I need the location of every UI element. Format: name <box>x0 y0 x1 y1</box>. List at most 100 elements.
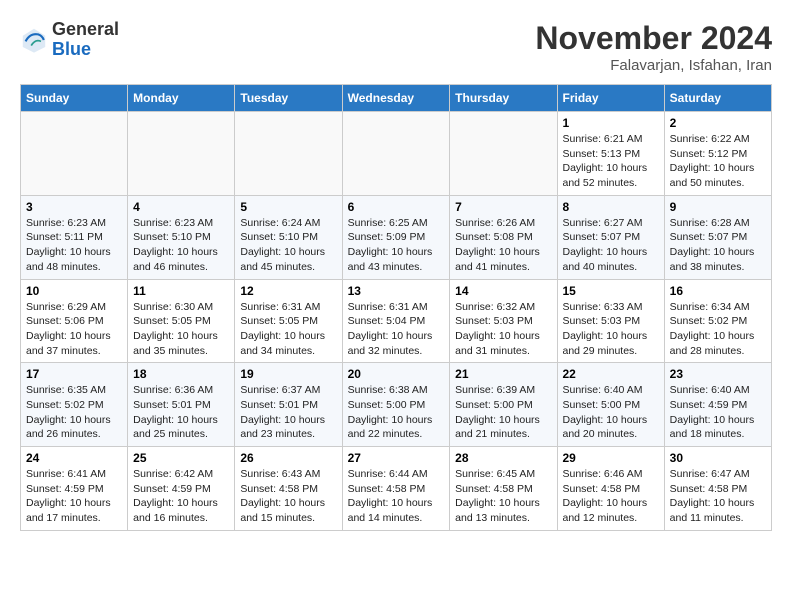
day-info: Sunrise: 6:40 AM Sunset: 4:59 PM Dayligh… <box>670 383 766 442</box>
calendar-header-row: SundayMondayTuesdayWednesdayThursdayFrid… <box>21 85 772 112</box>
weekday-header-cell: Friday <box>557 85 664 112</box>
calendar-cell: 16 Sunrise: 6:34 AM Sunset: 5:02 PM Dayli… <box>664 279 771 363</box>
day-number: 26 <box>240 451 336 465</box>
calendar-cell: 4 Sunrise: 6:23 AM Sunset: 5:10 PM Daylig… <box>128 195 235 279</box>
logo-icon <box>20 26 48 54</box>
day-info: Sunrise: 6:43 AM Sunset: 4:58 PM Dayligh… <box>240 467 336 526</box>
day-info: Sunrise: 6:35 AM Sunset: 5:02 PM Dayligh… <box>26 383 122 442</box>
calendar-cell <box>235 112 342 196</box>
calendar-cell <box>128 112 235 196</box>
day-info: Sunrise: 6:47 AM Sunset: 4:58 PM Dayligh… <box>670 467 766 526</box>
calendar-cell: 30 Sunrise: 6:47 AM Sunset: 4:58 PM Dayli… <box>664 447 771 531</box>
calendar-cell: 9Sunrise: 6:28 AM Sunset: 5:07 PM Daylig… <box>664 195 771 279</box>
day-info: Sunrise: 6:23 AM Sunset: 5:11 PM Dayligh… <box>26 216 122 275</box>
day-info: Sunrise: 6:36 AM Sunset: 5:01 PM Dayligh… <box>133 383 229 442</box>
day-info: Sunrise: 6:34 AM Sunset: 5:02 PM Dayligh… <box>670 300 766 359</box>
day-number: 1 <box>563 116 659 130</box>
calendar-cell: 28 Sunrise: 6:45 AM Sunset: 4:58 PM Dayli… <box>450 447 557 531</box>
calendar-cell: 1 Sunrise: 6:21 AM Sunset: 5:13 PM Daylig… <box>557 112 664 196</box>
day-info: Sunrise: 6:46 AM Sunset: 4:58 PM Dayligh… <box>563 467 659 526</box>
calendar-cell: 11Sunrise: 6:30 AM Sunset: 5:05 PM Dayli… <box>128 279 235 363</box>
day-info: Sunrise: 6:42 AM Sunset: 4:59 PM Dayligh… <box>133 467 229 526</box>
day-info: Sunrise: 6:31 AM Sunset: 5:04 PM Dayligh… <box>348 300 445 359</box>
month-title: November 2024 <box>535 20 772 57</box>
calendar-cell: 19 Sunrise: 6:37 AM Sunset: 5:01 PM Dayli… <box>235 363 342 447</box>
day-info: Sunrise: 6:30 AM Sunset: 5:05 PM Dayligh… <box>133 300 229 359</box>
day-info: Sunrise: 6:26 AM Sunset: 5:08 PM Dayligh… <box>455 216 551 275</box>
day-number: 6 <box>348 200 445 214</box>
calendar-week-row: 3 Sunrise: 6:23 AM Sunset: 5:11 PM Daylig… <box>21 195 772 279</box>
calendar-cell: 10Sunrise: 6:29 AM Sunset: 5:06 PM Dayli… <box>21 279 128 363</box>
day-number: 29 <box>563 451 659 465</box>
day-number: 4 <box>133 200 229 214</box>
calendar-cell: 25 Sunrise: 6:42 AM Sunset: 4:59 PM Dayli… <box>128 447 235 531</box>
weekday-header-cell: Tuesday <box>235 85 342 112</box>
day-number: 9 <box>670 200 766 214</box>
day-info: Sunrise: 6:38 AM Sunset: 5:00 PM Dayligh… <box>348 383 445 442</box>
calendar-cell: 17 Sunrise: 6:35 AM Sunset: 5:02 PM Dayli… <box>21 363 128 447</box>
day-number: 20 <box>348 367 445 381</box>
day-number: 17 <box>26 367 122 381</box>
calendar-cell: 6 Sunrise: 6:25 AM Sunset: 5:09 PM Daylig… <box>342 195 450 279</box>
weekday-header-cell: Monday <box>128 85 235 112</box>
day-number: 24 <box>26 451 122 465</box>
day-info: Sunrise: 6:37 AM Sunset: 5:01 PM Dayligh… <box>240 383 336 442</box>
calendar-cell: 8Sunrise: 6:27 AM Sunset: 5:07 PM Daylig… <box>557 195 664 279</box>
day-number: 27 <box>348 451 445 465</box>
calendar-cell: 22 Sunrise: 6:40 AM Sunset: 5:00 PM Dayli… <box>557 363 664 447</box>
day-number: 23 <box>670 367 766 381</box>
calendar-body: 1 Sunrise: 6:21 AM Sunset: 5:13 PM Daylig… <box>21 112 772 531</box>
day-info: Sunrise: 6:31 AM Sunset: 5:05 PM Dayligh… <box>240 300 336 359</box>
day-number: 28 <box>455 451 551 465</box>
page-header: General Blue November 2024 Falavarjan, I… <box>20 20 772 74</box>
day-number: 13 <box>348 284 445 298</box>
day-number: 30 <box>670 451 766 465</box>
calendar-cell: 24 Sunrise: 6:41 AM Sunset: 4:59 PM Dayli… <box>21 447 128 531</box>
day-info: Sunrise: 6:39 AM Sunset: 5:00 PM Dayligh… <box>455 383 551 442</box>
calendar-cell: 27 Sunrise: 6:44 AM Sunset: 4:58 PM Dayli… <box>342 447 450 531</box>
day-number: 16 <box>670 284 766 298</box>
calendar-cell: 23 Sunrise: 6:40 AM Sunset: 4:59 PM Dayli… <box>664 363 771 447</box>
day-number: 3 <box>26 200 122 214</box>
calendar-cell: 20 Sunrise: 6:38 AM Sunset: 5:00 PM Dayli… <box>342 363 450 447</box>
calendar-cell <box>450 112 557 196</box>
day-number: 15 <box>563 284 659 298</box>
weekday-header-cell: Wednesday <box>342 85 450 112</box>
day-number: 14 <box>455 284 551 298</box>
weekday-header-cell: Saturday <box>664 85 771 112</box>
weekday-header-cell: Thursday <box>450 85 557 112</box>
calendar-cell <box>342 112 450 196</box>
day-info: Sunrise: 6:45 AM Sunset: 4:58 PM Dayligh… <box>455 467 551 526</box>
calendar-cell: 21Sunrise: 6:39 AM Sunset: 5:00 PM Dayli… <box>450 363 557 447</box>
day-info: Sunrise: 6:44 AM Sunset: 4:58 PM Dayligh… <box>348 467 445 526</box>
calendar-cell: 3 Sunrise: 6:23 AM Sunset: 5:11 PM Daylig… <box>21 195 128 279</box>
day-number: 25 <box>133 451 229 465</box>
day-number: 19 <box>240 367 336 381</box>
day-info: Sunrise: 6:27 AM Sunset: 5:07 PM Dayligh… <box>563 216 659 275</box>
calendar-cell: 15 Sunrise: 6:33 AM Sunset: 5:03 PM Dayli… <box>557 279 664 363</box>
calendar-cell: 13 Sunrise: 6:31 AM Sunset: 5:04 PM Dayli… <box>342 279 450 363</box>
day-number: 7 <box>455 200 551 214</box>
logo-text: General Blue <box>52 20 119 60</box>
day-info: Sunrise: 6:23 AM Sunset: 5:10 PM Dayligh… <box>133 216 229 275</box>
calendar-week-row: 10Sunrise: 6:29 AM Sunset: 5:06 PM Dayli… <box>21 279 772 363</box>
calendar-cell: 26 Sunrise: 6:43 AM Sunset: 4:58 PM Dayli… <box>235 447 342 531</box>
calendar-table: SundayMondayTuesdayWednesdayThursdayFrid… <box>20 84 772 531</box>
day-number: 22 <box>563 367 659 381</box>
calendar-cell: 18 Sunrise: 6:36 AM Sunset: 5:01 PM Dayli… <box>128 363 235 447</box>
day-number: 2 <box>670 116 766 130</box>
day-info: Sunrise: 6:21 AM Sunset: 5:13 PM Dayligh… <box>563 132 659 191</box>
day-info: Sunrise: 6:22 AM Sunset: 5:12 PM Dayligh… <box>670 132 766 191</box>
calendar-cell: 2 Sunrise: 6:22 AM Sunset: 5:12 PM Daylig… <box>664 112 771 196</box>
day-info: Sunrise: 6:41 AM Sunset: 4:59 PM Dayligh… <box>26 467 122 526</box>
day-info: Sunrise: 6:24 AM Sunset: 5:10 PM Dayligh… <box>240 216 336 275</box>
location: Falavarjan, Isfahan, Iran <box>535 57 772 74</box>
day-info: Sunrise: 6:33 AM Sunset: 5:03 PM Dayligh… <box>563 300 659 359</box>
day-info: Sunrise: 6:32 AM Sunset: 5:03 PM Dayligh… <box>455 300 551 359</box>
day-info: Sunrise: 6:40 AM Sunset: 5:00 PM Dayligh… <box>563 383 659 442</box>
day-number: 5 <box>240 200 336 214</box>
day-number: 12 <box>240 284 336 298</box>
day-number: 18 <box>133 367 229 381</box>
calendar-week-row: 24 Sunrise: 6:41 AM Sunset: 4:59 PM Dayli… <box>21 447 772 531</box>
day-info: Sunrise: 6:25 AM Sunset: 5:09 PM Dayligh… <box>348 216 445 275</box>
